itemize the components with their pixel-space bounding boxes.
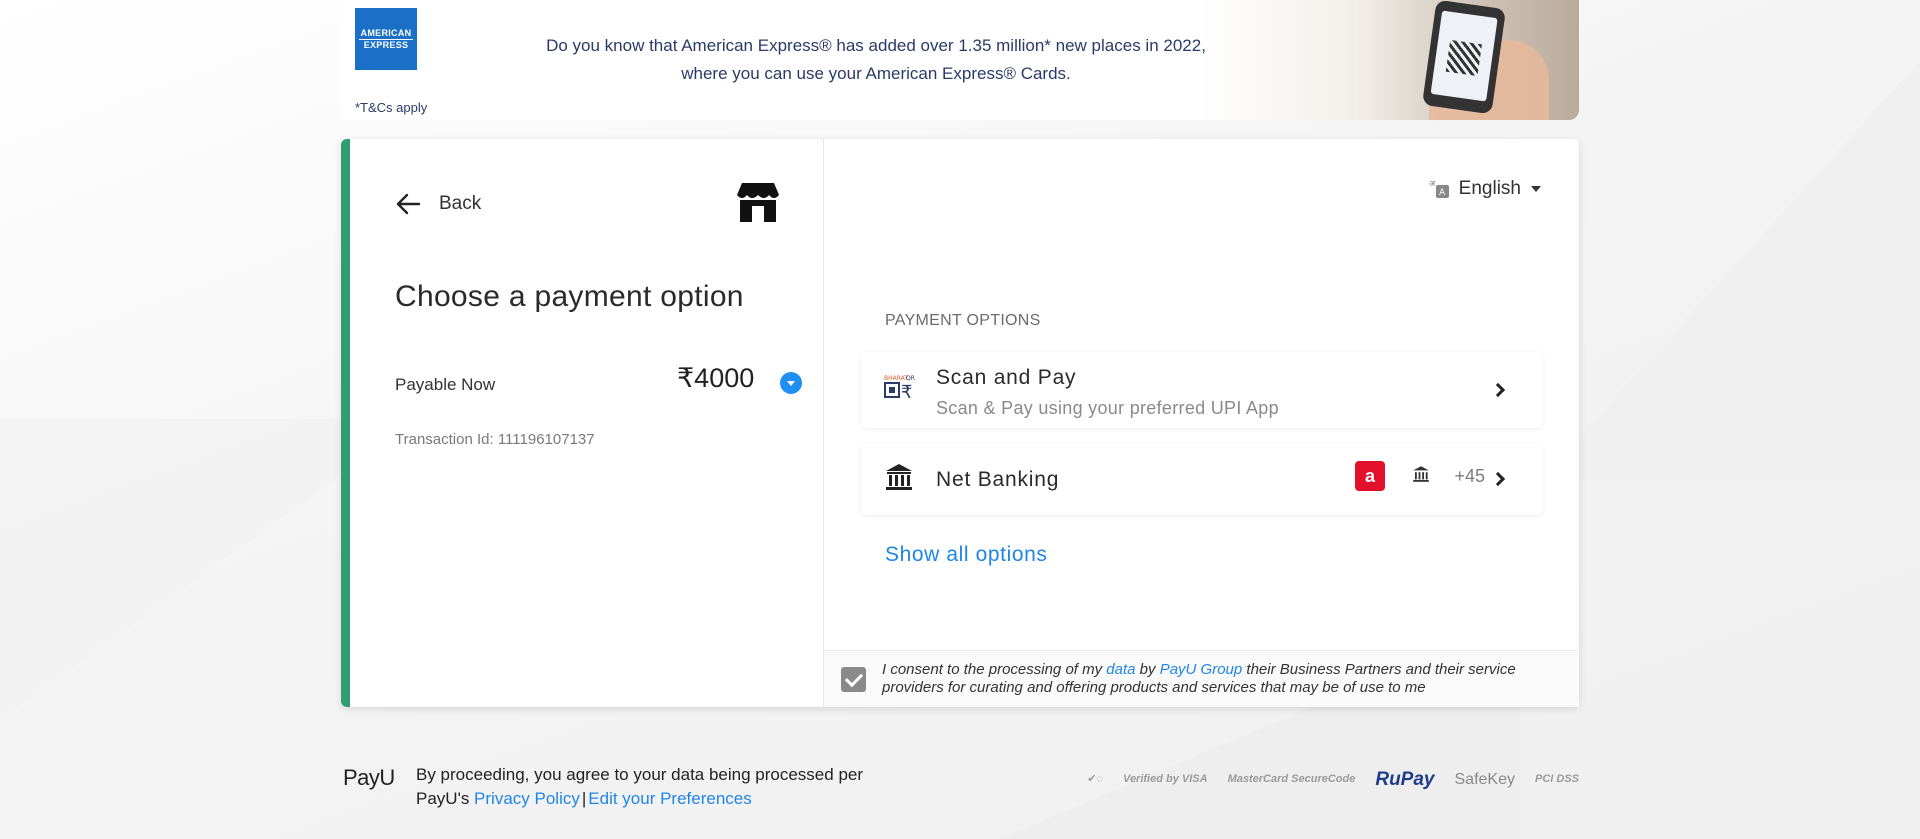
bank-icon xyxy=(1413,466,1429,482)
payu-group-link[interactable]: PayU Group xyxy=(1160,661,1243,678)
banner-message: Do you know that American Express® has a… xyxy=(501,32,1251,88)
background-shape xyxy=(1540,60,1920,480)
arrow-left-icon xyxy=(396,193,421,215)
language-selector[interactable]: अ A English xyxy=(1429,178,1541,200)
transaction-id: Transaction Id: 111196107137 xyxy=(395,431,595,448)
security-badges: ✔◌ Verified by VISA MasterCard SecureCod… xyxy=(1067,769,1579,790)
bank-icon xyxy=(886,464,912,490)
payu-logo: PayU xyxy=(343,765,395,790)
more-banks-count: +45 xyxy=(1454,466,1485,486)
show-all-options-link[interactable]: Show all options xyxy=(885,543,1048,567)
section-title: PAYMENT OPTIONS xyxy=(885,312,1041,329)
chevron-right-icon xyxy=(1490,382,1506,398)
page-title: Choose a payment option xyxy=(395,280,744,313)
svg-text:A: A xyxy=(1439,188,1446,198)
amex-logo: AMERICAN EXPRESS xyxy=(355,8,417,70)
option-title: Net Banking xyxy=(936,468,1060,491)
svg-text:₹: ₹ xyxy=(901,382,912,403)
option-scan-and-pay[interactable]: BHARAT QR ₹ Scan and Pay Scan & Pay usin… xyxy=(861,352,1543,428)
edit-preferences-link[interactable]: Edit your Preferences xyxy=(588,789,751,808)
amount-details-toggle[interactable] xyxy=(780,372,802,394)
store-icon xyxy=(737,183,779,222)
safekey-badge: SafeKey xyxy=(1454,771,1515,788)
caret-down-icon xyxy=(1531,186,1541,192)
banner-line-2: where you can use your American Express®… xyxy=(681,64,1071,83)
order-summary-panel: Back Choose a payment option Payable Now… xyxy=(341,139,824,707)
payable-amount: ₹4000 xyxy=(677,363,755,393)
banner-terms[interactable]: *T&Cs apply xyxy=(355,100,427,115)
verified-by-visa-badge: Verified by VISA xyxy=(1123,773,1208,785)
svg-text:QR: QR xyxy=(906,375,915,382)
consent-text-part: by xyxy=(1135,661,1160,678)
footer-line-1: By proceeding, you agree to your data be… xyxy=(416,765,864,784)
payment-options-panel: अ A English PAYMENT OPTIONS BHARAT QR ₹ … xyxy=(824,139,1579,707)
verisign-badge-icon: ✔◌ xyxy=(1087,773,1104,785)
consent-text: I consent to the processing of my data b… xyxy=(882,661,1562,697)
payment-card: Back Choose a payment option Payable Now… xyxy=(341,139,1579,707)
footer-line-2-prefix: PayU's xyxy=(416,789,475,808)
footer-privacy-text: By proceeding, you agree to your data be… xyxy=(416,763,863,811)
bharat-qr-icon: BHARAT QR ₹ xyxy=(884,375,915,403)
pci-dss-badge: PCI DSS xyxy=(1534,773,1579,785)
consent-bar: I consent to the processing of my data b… xyxy=(824,650,1579,707)
option-title: Scan and Pay xyxy=(936,366,1077,389)
language-label: English xyxy=(1458,178,1521,199)
mastercard-securecode-badge: MasterCard SecureCode xyxy=(1227,773,1356,785)
back-button[interactable]: Back xyxy=(395,189,481,219)
option-subtitle: Scan & Pay using your preferred UPI App xyxy=(936,398,1279,418)
rupay-badge: RuPay xyxy=(1375,769,1435,790)
option-net-banking[interactable]: Net Banking a +45 xyxy=(861,444,1543,515)
footer-separator: | xyxy=(581,789,587,808)
payable-label: Payable Now xyxy=(395,375,496,394)
privacy-policy-link[interactable]: Privacy Policy xyxy=(474,789,580,808)
translate-icon: अ A xyxy=(1429,179,1449,198)
chevron-right-icon xyxy=(1490,471,1506,487)
banner-line-1: Do you know that American Express® has a… xyxy=(546,36,1206,55)
svg-text:अ: अ xyxy=(1429,179,1436,188)
consent-text-part: I consent to the processing of my xyxy=(882,661,1107,678)
back-label: Back xyxy=(439,193,482,214)
airtel-bank-logo-icon: a xyxy=(1355,461,1385,491)
data-link[interactable]: data xyxy=(1106,661,1135,678)
consent-checkbox[interactable] xyxy=(841,667,866,692)
promo-banner[interactable]: AMERICAN EXPRESS Do you know that Americ… xyxy=(341,0,1579,120)
svg-text:BHARAT: BHARAT xyxy=(884,375,908,382)
banner-phone-image xyxy=(1421,0,1507,115)
